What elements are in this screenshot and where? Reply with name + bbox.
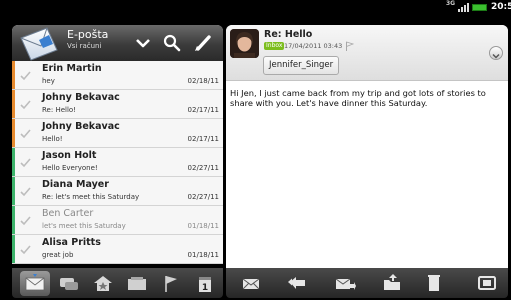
mail-header: E-pošta Vsi računi	[12, 25, 223, 61]
inbox-tab-icon	[25, 274, 45, 291]
account-color-bar	[12, 148, 15, 176]
checkmark-icon[interactable]	[20, 128, 31, 139]
message-sender: Alisa Pritts	[42, 237, 101, 248]
favorites-tab-icon	[94, 276, 112, 291]
search-icon[interactable]	[162, 33, 182, 53]
message-subject-title: Re: Hello	[264, 29, 313, 40]
message-subject: Re: Hello!	[42, 106, 76, 114]
clock: 20:5	[491, 2, 511, 12]
chevron-down-icon[interactable]	[133, 33, 153, 53]
message-date: 02/27/11	[187, 164, 219, 172]
message-date: 02/17/11	[187, 106, 219, 114]
expand-details-button[interactable]	[489, 46, 503, 60]
account-color-bar	[12, 206, 15, 234]
calendar-tab-icon: 1	[199, 277, 211, 293]
checkmark-icon[interactable]	[20, 244, 31, 255]
calendar-day: 1	[202, 283, 208, 293]
account-subtitle: Vsi računi	[67, 42, 102, 50]
message-row[interactable]: Ben Carter let's meet this Saturday 01/1…	[12, 206, 223, 235]
tab-conversations[interactable]	[54, 271, 84, 296]
tab-favorites[interactable]	[88, 271, 118, 296]
contact-photo	[230, 29, 259, 58]
checkmark-icon[interactable]	[20, 99, 31, 110]
account-color-bar	[12, 235, 15, 263]
tab-calendar[interactable]: 1	[190, 271, 220, 296]
chevron-down-icon	[492, 53, 500, 59]
message-row[interactable]: Alisa Pritts great job 01/18/11	[12, 235, 223, 264]
message-sender: Erin Martin	[42, 63, 102, 74]
message-subject: Hello Everyone!	[42, 164, 98, 172]
message-sender: Diana Mayer	[42, 179, 109, 190]
message-body: Hi Jen, I just came back from my trip an…	[230, 88, 486, 108]
message-date: 02/18/11	[187, 77, 219, 85]
avatar[interactable]	[230, 29, 259, 58]
message-sender: Jason Holt	[42, 150, 97, 161]
message-list[interactable]: Erin Martin hey 02/18/11 Johny Bekavac R…	[12, 61, 223, 264]
message-sender: Johny Bekavac	[42, 121, 120, 132]
message-timestamp: 17/04/2011 03:43	[284, 42, 343, 50]
mail-title: E-pošta	[67, 28, 109, 41]
groups-tab-icon	[128, 277, 146, 290]
message-header: Re: Hello Inbox 17/04/2011 03:43 Jennife…	[226, 25, 508, 81]
message-row[interactable]: Erin Martin hey 02/18/11	[12, 61, 223, 90]
message-row[interactable]: Johny Bekavac Re: Hello! 02/17/11	[12, 90, 223, 119]
account-color-bar	[12, 119, 15, 147]
message-date: 01/18/11	[187, 251, 219, 259]
message-subject: Hello!	[42, 135, 63, 143]
checkmark-icon[interactable]	[20, 157, 31, 168]
mark-unread-icon[interactable]	[240, 272, 262, 294]
battery-icon	[472, 4, 487, 11]
message-subject: great job	[42, 251, 74, 259]
signal-icon	[458, 3, 470, 12]
flag-icon[interactable]	[345, 41, 354, 51]
message-date: 02/27/11	[187, 193, 219, 201]
move-to-folder-icon[interactable]	[381, 272, 403, 294]
forward-icon[interactable]	[334, 272, 356, 294]
message-subject: Re: let's meet this Saturday	[42, 193, 140, 201]
checkmark-icon[interactable]	[20, 215, 31, 226]
message-view-panel: Re: Hello Inbox 17/04/2011 03:43 Jennife…	[226, 25, 508, 268]
network-type: 3G	[446, 0, 456, 7]
account-color-bar	[12, 177, 15, 205]
message-sender: Ben Carter	[42, 208, 94, 219]
tab-flagged[interactable]	[156, 271, 186, 296]
tab-inbox[interactable]	[20, 271, 50, 296]
status-bar: 3G 20:5	[0, 0, 511, 14]
message-date: 02/17/11	[187, 135, 219, 143]
message-subject: let's meet this Saturday	[42, 222, 126, 230]
envelope-app-icon[interactable]	[17, 26, 61, 61]
message-action-bar	[226, 268, 508, 298]
message-subject: hey	[42, 77, 55, 85]
account-color-bar	[12, 61, 15, 89]
message-row[interactable]: Jason Holt Hello Everyone! 02/27/11	[12, 148, 223, 177]
flagged-tab-icon	[165, 276, 177, 292]
message-sender: Johny Bekavac	[42, 92, 120, 103]
mail-tab-bar: 1	[12, 268, 223, 298]
message-row[interactable]: Johny Bekavac Hello! 02/17/11	[12, 119, 223, 148]
folder-badge: Inbox	[264, 42, 285, 50]
checkmark-icon[interactable]	[20, 186, 31, 197]
conversations-tab-icon	[60, 278, 78, 290]
fullscreen-icon[interactable]	[476, 272, 498, 294]
delete-icon[interactable]	[423, 272, 445, 294]
message-list-panel: E-pošta Vsi računi Erin Martin hey 02/18…	[12, 25, 223, 264]
account-color-bar	[12, 90, 15, 118]
message-row[interactable]: Diana Mayer Re: let's meet this Saturday…	[12, 177, 223, 206]
compose-pencil-icon[interactable]	[193, 33, 213, 53]
checkmark-icon[interactable]	[20, 70, 31, 81]
sender-chip[interactable]: Jennifer_Singer	[263, 56, 340, 75]
reply-all-icon[interactable]	[287, 272, 309, 294]
tab-groups[interactable]	[122, 271, 152, 296]
message-date: 01/18/11	[187, 222, 219, 230]
